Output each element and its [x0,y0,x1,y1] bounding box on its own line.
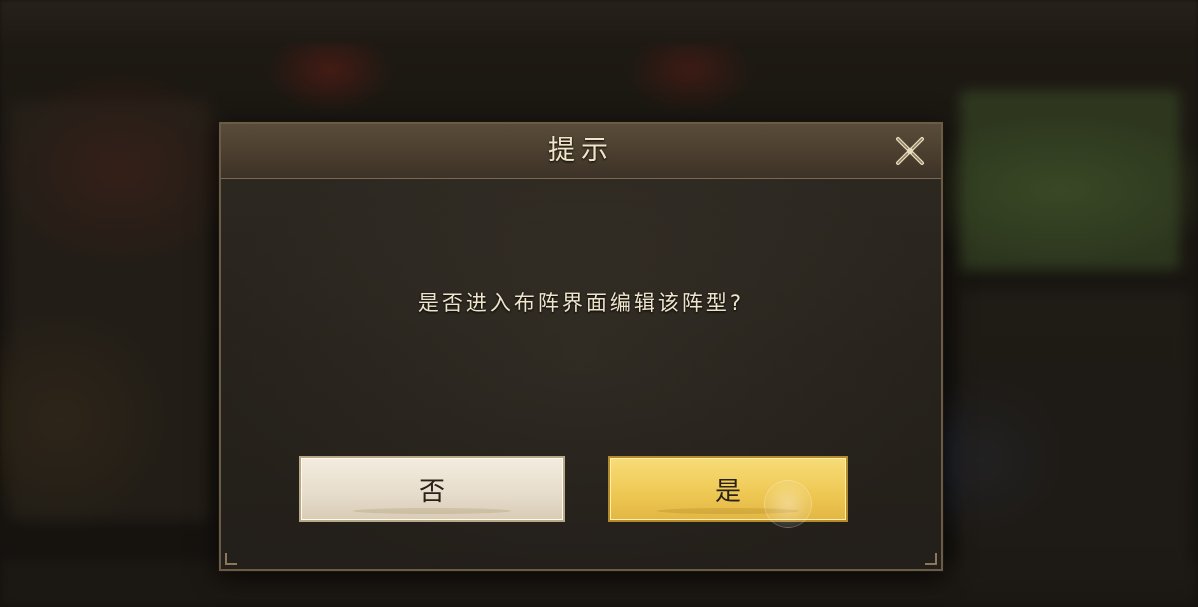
dialog-message: 是否进入布阵界面编辑该阵型? [417,291,745,315]
corner-ornament-br [925,553,937,565]
confirm-dialog: 提示 是否进入布阵界面编辑该阵型? 否 是 [219,122,943,571]
dialog-title: 提示 [548,135,614,166]
close-x-icon [896,137,924,165]
yes-button[interactable]: 是 [608,456,848,522]
no-button-label: 否 [418,476,445,507]
corner-ornament-bl [225,553,237,565]
no-button-ornament [353,508,511,514]
yes-button-ornament [657,508,799,514]
yes-button-label: 是 [714,476,741,507]
dialog-header: 提示 [221,124,941,179]
no-button[interactable]: 否 [299,456,565,522]
close-button[interactable] [893,134,927,168]
